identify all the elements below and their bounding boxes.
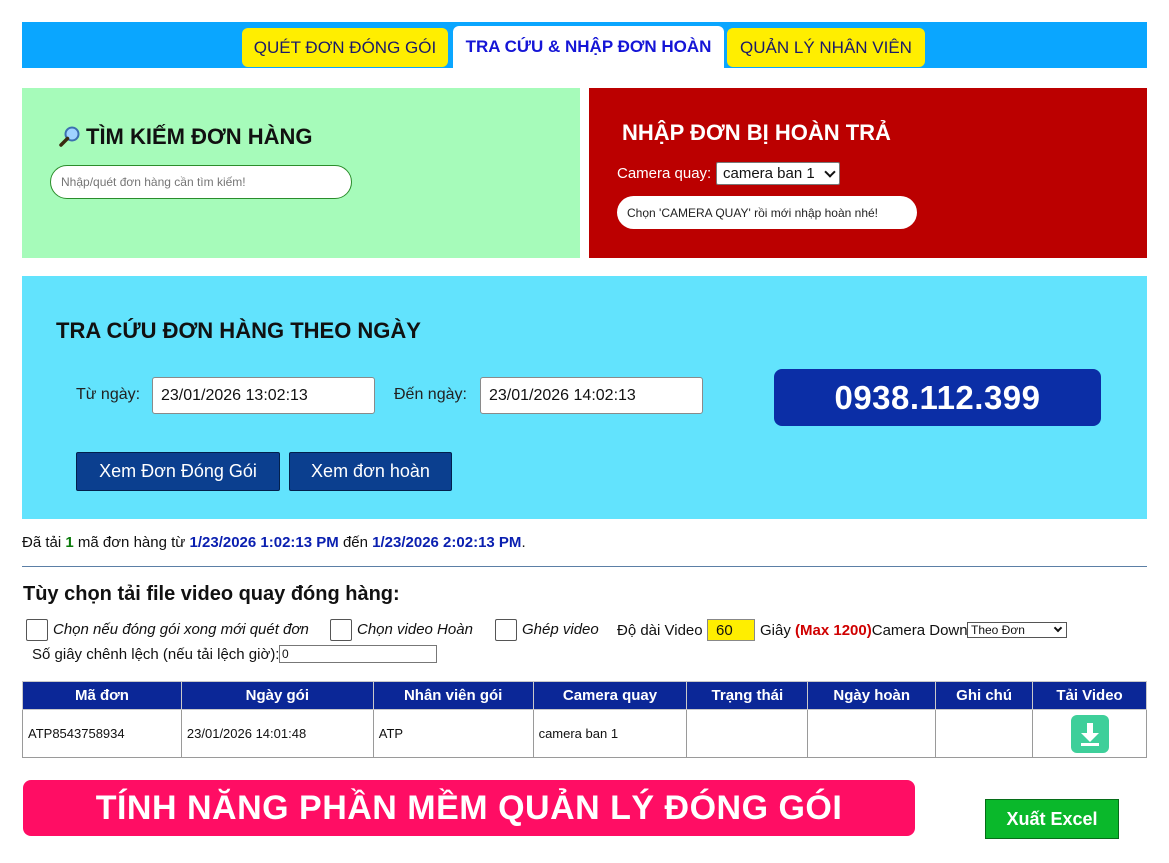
merge-video-label: Ghép video [522,621,599,638]
camera-select[interactable]: camera ban 1 [716,162,840,185]
max-length-note: (Max 1200) [795,622,872,639]
status-to-word: đến [342,534,368,551]
camera-down-select[interactable]: Theo Đơn [967,622,1067,638]
date-lookup-panel: TRA CỨU ĐƠN HÀNG THEO NGÀY Từ ngày: 23/0… [22,276,1147,519]
col-status: Trạng thái [686,681,809,710]
tab-scan-packing[interactable]: QUÉT ĐƠN ĐÓNG GÓI [242,28,448,67]
scan-after-pack-label: Chọn nếu đóng gói xong mới quét đơn [53,621,309,638]
chevron-down-icon [824,166,836,178]
to-date-input[interactable]: 23/01/2026 14:02:13 [480,377,703,414]
return-video-checkbox[interactable] [330,619,352,641]
return-video-label: Chọn video Hoàn [357,621,473,638]
search-title: TÌM KIẾM ĐƠN HÀNG [58,124,313,150]
seconds-label: Giây [760,622,791,639]
video-length-label: Độ dài Video [617,622,703,639]
video-length-unit: Giây (Max 1200)Camera Down [760,622,968,639]
returns-title: NHẬP ĐƠN BỊ HOÀN TRẢ [622,120,891,145]
load-status: Đã tải 1 mã đơn hàng từ 1/23/2026 1:02:1… [22,534,526,551]
tab-staff-management[interactable]: QUẢN LÝ NHÂN VIÊN [727,28,925,67]
col-download-video: Tải Video [1032,681,1147,710]
download-icon [1080,722,1099,746]
chevron-down-icon [1053,623,1063,633]
table-row: ATP8543758934 23/01/2026 14:01:48 ATP ca… [22,709,1147,758]
cell-pack-date: 23/01/2026 14:01:48 [180,709,374,758]
view-packed-orders-button[interactable]: Xem Đơn Đóng Gói [76,452,280,491]
promo-banner[interactable]: TÍNH NĂNG PHẦN MỀM QUẢN LÝ ĐÓNG GÓI [23,780,915,836]
col-return-date: Ngày hoàn [807,681,937,710]
order-search-input[interactable] [50,165,352,199]
camera-down-label: Camera Down [871,622,968,639]
status-prefix: Đã tải [22,534,62,551]
camera-select-value: camera ban 1 [723,165,815,182]
cell-status [686,709,809,758]
video-length-input[interactable]: 60 [707,619,755,641]
status-count: 1 [65,534,74,551]
magnifier-icon [58,125,82,149]
status-from: 1/23/2026 1:02:13 PM [189,534,339,551]
to-date-label: Đến ngày: [394,386,467,403]
table-header-row: Mã đơn Ngày gói Nhân viên gói Camera qua… [22,681,1147,710]
cell-order-code: ATP8543758934 [22,709,182,758]
camera-down-value: Theo Đơn [971,623,1025,637]
date-lookup-title: TRA CỨU ĐƠN HÀNG THEO NGÀY [56,318,421,343]
offset-seconds-input[interactable]: 0 [279,645,437,663]
cell-return-date [807,709,937,758]
search-panel: TÌM KIẾM ĐƠN HÀNG [22,88,580,258]
view-returned-orders-button[interactable]: Xem đơn hoàn [289,452,452,491]
to-date-value: 23/01/2026 14:02:13 [489,386,636,404]
scan-after-pack-checkbox[interactable] [26,619,48,641]
return-input-hint: Chọn 'CAMERA QUAY' rồi mới nhập hoàn nhé… [627,205,879,220]
orders-table: Mã đơn Ngày gói Nhân viên gói Camera qua… [22,681,1147,758]
export-excel-button[interactable]: Xuất Excel [985,799,1119,839]
search-title-text: TÌM KIẾM ĐƠN HÀNG [86,124,313,149]
download-video-button[interactable] [1070,714,1109,753]
col-camera: Camera quay [532,681,688,710]
cell-camera: camera ban 1 [532,709,688,758]
hotline-badge: 0938.112.399 [774,369,1101,426]
top-tab-bar: QUÉT ĐƠN ĐÓNG GÓI TRA CỨU & NHẬP ĐƠN HOÀ… [22,22,1147,68]
col-packer: Nhân viên gói [372,681,534,710]
from-date-input[interactable]: 23/01/2026 13:02:13 [152,377,375,414]
video-length-value: 60 [716,621,733,639]
merge-video-checkbox[interactable] [495,619,517,641]
from-date-value: 23/01/2026 13:02:13 [161,386,308,404]
offset-seconds-label: Số giây chênh lệch (nếu tải lệch giờ): [32,646,280,663]
from-date-label: Từ ngày: [76,386,141,403]
col-order-code: Mã đơn [22,681,182,710]
tab-lookup-returns[interactable]: TRA CỨU & NHẬP ĐƠN HOÀN [453,26,724,68]
col-note: Ghi chú [935,681,1034,710]
cell-download [1032,709,1147,758]
offset-seconds-value: 0 [282,647,289,661]
returns-panel: NHẬP ĐƠN BỊ HOÀN TRẢ Camera quay: camera… [589,88,1147,258]
video-options-title: Tùy chọn tải file video quay đóng hàng: [23,583,400,605]
status-to: 1/23/2026 2:02:13 PM [372,534,522,551]
camera-label: Camera quay: [617,165,712,182]
divider [22,566,1147,567]
cell-note [935,709,1034,758]
col-pack-date: Ngày gói [180,681,374,710]
status-mid: mã đơn hàng từ [77,534,186,551]
status-suffix: . [521,534,526,551]
return-order-input[interactable]: Chọn 'CAMERA QUAY' rồi mới nhập hoàn nhé… [617,196,917,229]
cell-packer: ATP [372,709,534,758]
